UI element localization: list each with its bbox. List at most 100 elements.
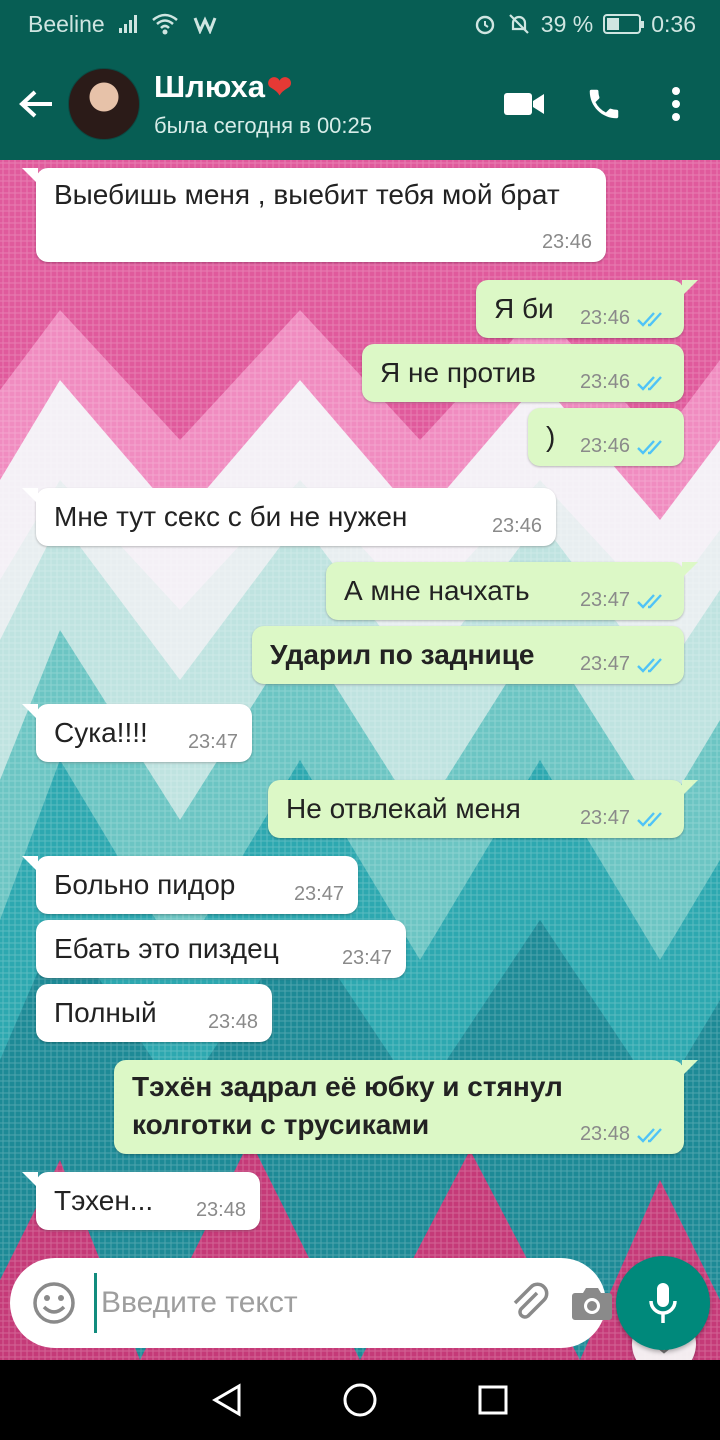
paperclip-icon — [513, 1282, 549, 1319]
incoming-message[interactable]: Мне тут секс с би не нужен 23:46 — [22, 488, 556, 546]
chat-area[interactable]: Выебишь меня , выебит тебя мой брат 23:46… — [0, 160, 720, 1360]
more-options-button[interactable] — [644, 48, 708, 160]
message-meta: 23:47 — [580, 589, 670, 612]
carrier-name: Beeline — [28, 10, 105, 37]
outgoing-message[interactable]: А мне начхать 23:47 — [326, 562, 698, 620]
last-seen-status: была сегодня в 00:25 — [154, 113, 372, 138]
message-text: Ударил по заднице — [270, 639, 535, 670]
message-text: Выебишь меня , выебит тебя мой брат — [54, 179, 560, 210]
message-text: Я не против — [380, 357, 536, 388]
video-call-button[interactable] — [484, 48, 564, 160]
nav-home-icon — [343, 1383, 377, 1417]
outgoing-message[interactable]: Я би 23:46 — [476, 280, 698, 338]
message-text: ) — [546, 421, 556, 452]
message-meta: 23:47 — [580, 653, 670, 676]
nav-recents-icon — [478, 1385, 508, 1415]
outgoing-message[interactable]: Ударил по заднице 23:47 — [252, 626, 684, 684]
back-button[interactable] — [4, 48, 68, 160]
message-time: 23:46 — [491, 515, 542, 537]
avatar[interactable] — [68, 68, 140, 140]
message-time: 23:47 — [293, 883, 344, 905]
voice-call-button[interactable] — [564, 48, 644, 160]
message-meta: 23:48 — [196, 1199, 246, 1222]
mute-bell-icon — [509, 14, 529, 34]
incoming-message[interactable]: Больно пидор 23:47 — [22, 856, 358, 914]
outgoing-message[interactable]: Не отвлекай меня 23:47 — [268, 780, 698, 838]
message-text: Я би — [494, 293, 554, 324]
attach-button[interactable] — [507, 1274, 551, 1332]
chat-header: Шлюха ❤ была сегодня в 00:25 — [0, 48, 720, 160]
read-receipt-icon — [637, 593, 662, 609]
system-navigation-bar — [0, 1360, 720, 1440]
signal-icon — [118, 15, 137, 33]
microphone-icon — [649, 1283, 677, 1323]
message-text: Мне тут секс с би не нужен — [54, 501, 408, 532]
nav-back-button[interactable] — [197, 1370, 257, 1430]
incoming-message[interactable]: Тэхен... 23:48 — [22, 1172, 260, 1230]
contact-info[interactable]: Шлюха ❤ была сегодня в 00:25 — [154, 69, 484, 139]
message-meta: 23:47 — [188, 731, 238, 754]
message-meta: 23:47 — [580, 807, 670, 830]
more-options-icon — [672, 87, 680, 121]
message-time: 23:48 — [195, 1199, 246, 1221]
message-time: 23:47 — [579, 653, 630, 675]
back-arrow-icon — [19, 90, 52, 118]
message-time: 23:48 — [207, 1011, 258, 1033]
read-receipt-icon — [637, 311, 662, 327]
camera-icon — [572, 1288, 612, 1320]
clock: 0:36 — [651, 10, 696, 37]
outgoing-message[interactable]: ) 23:46 — [528, 408, 684, 466]
message-text: Полный — [54, 997, 157, 1028]
message-text: Не отвлекай меня — [286, 793, 521, 824]
message-time: 23:47 — [579, 807, 630, 829]
whatsapp-status-icon — [193, 16, 217, 34]
message-meta: 23:48 — [580, 1123, 670, 1146]
message-time: 23:47 — [187, 731, 238, 753]
message-meta: 23:46 — [580, 371, 670, 394]
message-time: 23:46 — [579, 371, 630, 393]
nav-back-icon — [211, 1383, 241, 1417]
message-meta: 23:46 — [580, 435, 670, 458]
read-receipt-icon — [637, 811, 662, 827]
message-text: Больно пидор — [54, 869, 236, 900]
message-composer — [10, 1258, 612, 1348]
message-time: 23:46 — [579, 307, 630, 329]
read-receipt-icon — [637, 657, 662, 673]
message-time: 23:47 — [579, 589, 630, 611]
wifi-icon — [151, 13, 178, 35]
emoji-icon — [33, 1282, 75, 1324]
message-meta: 23:46 — [580, 307, 670, 330]
incoming-message[interactable]: Сука!!!! 23:47 — [22, 704, 252, 762]
camera-button[interactable] — [571, 1274, 613, 1332]
incoming-message[interactable]: Выебишь меня , выебит тебя мой брат 23:46 — [22, 168, 606, 262]
message-meta: 23:48 — [208, 1011, 258, 1034]
contact-name-text: Шлюха — [154, 69, 266, 104]
status-bar: Beeline 39 % 0:36 — [0, 0, 720, 48]
message-time: 23:46 — [541, 231, 592, 253]
emoji-button[interactable] — [30, 1279, 78, 1327]
incoming-message[interactable]: Ебать это пиздец 23:47 — [36, 920, 406, 978]
message-meta: 23:46 — [542, 231, 592, 254]
outgoing-message[interactable]: Я не против 23:46 — [362, 344, 684, 402]
heart-emoji: ❤ — [267, 70, 293, 104]
read-receipt-icon — [637, 375, 662, 391]
message-input[interactable] — [94, 1273, 487, 1333]
message-text: Сука!!!! — [54, 717, 148, 748]
video-call-icon — [504, 93, 544, 115]
nav-recents-button[interactable] — [463, 1370, 523, 1430]
incoming-message[interactable]: Полный 23:48 — [36, 984, 272, 1042]
contact-name: Шлюха ❤ — [154, 69, 484, 105]
message-text: Тэхен... — [54, 1185, 154, 1216]
voice-message-button[interactable] — [616, 1256, 710, 1350]
message-meta: 23:47 — [294, 883, 344, 906]
outgoing-message[interactable]: Тэхён задрал её юбку и стянул колготки с… — [114, 1060, 698, 1154]
read-receipt-icon — [637, 1127, 662, 1143]
battery-percent: 39 % — [540, 10, 594, 37]
alarm-icon — [475, 15, 494, 35]
nav-home-button[interactable] — [330, 1370, 390, 1430]
message-time: 23:47 — [341, 947, 392, 969]
battery-icon — [603, 14, 645, 34]
message-meta: 23:46 — [492, 515, 542, 538]
message-time: 23:46 — [579, 435, 630, 457]
message-text: Ебать это пиздец — [54, 933, 279, 964]
